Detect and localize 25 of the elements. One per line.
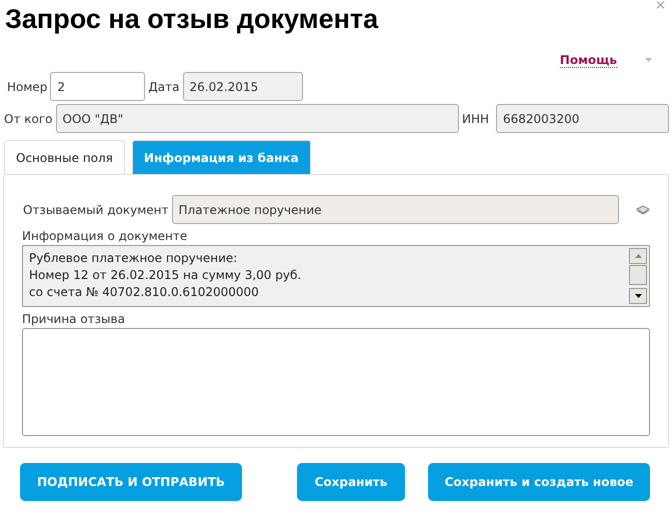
sender-field[interactable]: ООО "ДВ" — [56, 104, 459, 133]
tab[interactable]: Основные поля — [4, 140, 125, 174]
recalled-document-field[interactable]: Платежное поручение — [172, 195, 619, 224]
number-field[interactable]: 2 — [50, 72, 146, 101]
field-label: От кого — [4, 112, 52, 126]
window-title: Запрос на отзыв документа — [5, 4, 378, 35]
field-label: ИНН — [462, 112, 489, 126]
info-line: Рублевое платежное поручение: — [29, 250, 238, 267]
scroll-down-arrow-icon[interactable] — [634, 294, 642, 298]
field-label: Информация о документе — [22, 229, 188, 243]
caret-icon[interactable] — [645, 58, 652, 62]
book-icon[interactable] — [636, 204, 650, 214]
date-field[interactable]: 26.02.2015 — [182, 72, 302, 101]
reason-field[interactable] — [22, 328, 650, 436]
field-label: Причина отзыва — [22, 312, 126, 326]
help-link[interactable]: Помощь — [560, 52, 617, 68]
scrollbar[interactable] — [627, 246, 649, 306]
field-label: Отзываемый документ — [23, 202, 168, 216]
field-label: Дата — [148, 80, 180, 94]
info-line: со счета № 40702.810.0.6102000000 — [29, 284, 260, 301]
field-label: Номер — [7, 80, 48, 94]
scroll-up-arrow-icon[interactable] — [634, 254, 642, 258]
inn-field[interactable]: 6682003200 — [496, 104, 669, 133]
document-info-field[interactable]: Рублевое платежное поручение: Номер 12 от 26.02.2015 на сумму 3,00 руб. со счета № 40702.810.0.6102000000 — [22, 245, 650, 307]
info-line: Номер 12 от 26.02.2015 на сумму 3,00 руб. — [29, 267, 302, 284]
